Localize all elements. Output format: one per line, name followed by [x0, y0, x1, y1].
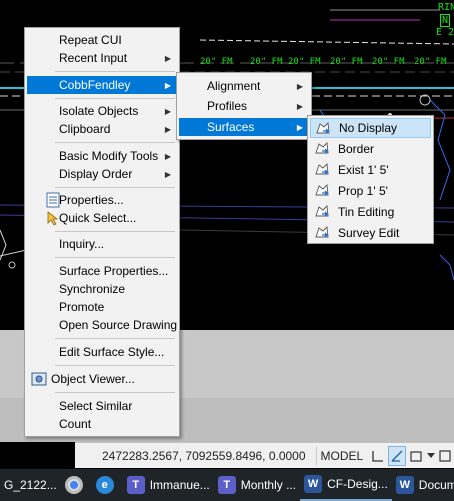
menu-item-basic-modify-tools[interactable]: Basic Modify Tools ▶ — [27, 147, 177, 165]
menu-item-object-viewer[interactable]: Object Viewer... — [27, 370, 177, 388]
menu-item-prop[interactable]: Prop 1' 5' — [310, 181, 431, 201]
menu-item-clipboard[interactable]: Clipboard ▶ — [27, 120, 177, 138]
surfaces-submenu: No Display Border Exist 1' 5' Prop 1' 5'… — [307, 115, 434, 244]
chevron-right-icon: ▶ — [164, 124, 171, 134]
taskbar: G_2122... e T Immanue... T Monthly ... W… — [0, 469, 454, 501]
taskbar-item-edge[interactable]: e — [92, 469, 123, 501]
taskbar-item-chrome[interactable] — [61, 469, 92, 501]
menu-item-promote[interactable]: Promote — [27, 298, 177, 316]
menu-item-tin-editing[interactable]: Tin Editing — [310, 202, 431, 222]
taskbar-item-autocad[interactable]: G_2122... — [0, 469, 61, 501]
cad-label-fm: 20" FM — [372, 57, 405, 67]
menu-item-display-order[interactable]: Display Order ▶ — [27, 165, 177, 183]
word-icon: W — [304, 475, 323, 493]
taskbar-label: Monthly ... — [240, 478, 297, 492]
chevron-right-icon: ▶ — [164, 106, 171, 116]
menu-item-exist[interactable]: Exist 1' 5' — [310, 160, 431, 180]
cad-corner-text: E 2 — [436, 27, 454, 38]
taskbar-label: CF-Desig... — [327, 477, 388, 491]
cobbfendley-submenu: Alignment ▶ Profiles ▶ Surfaces ▶ — [176, 72, 312, 140]
cad-corner-text: N — [440, 14, 451, 27]
chrome-icon — [64, 476, 83, 494]
menu-item-surfaces[interactable]: Surfaces ▶ — [179, 118, 309, 136]
menu-item-border[interactable]: Border — [310, 139, 431, 159]
object-viewer-icon — [31, 372, 47, 386]
surface-style-icon — [315, 163, 329, 175]
menu-item-alignment[interactable]: Alignment ▶ — [179, 77, 309, 95]
edge-icon: e — [95, 476, 114, 494]
menu-separator — [55, 98, 175, 99]
menu-item-synchronize[interactable]: Synchronize — [27, 280, 177, 298]
teams-icon: T — [126, 476, 145, 494]
snap-icon[interactable] — [388, 445, 406, 466]
chevron-right-icon: ▶ — [164, 151, 171, 161]
menu-separator — [55, 338, 175, 339]
taskbar-item-word-2[interactable]: W Docume... — [392, 469, 454, 501]
taskbar-item-teams-2[interactable]: T Monthly ... — [214, 469, 300, 501]
surface-style-icon — [315, 205, 329, 217]
menu-separator — [55, 365, 175, 366]
menu-item-cobbfendley[interactable]: CobbFendley ▶ — [27, 76, 177, 94]
menu-separator — [55, 392, 175, 393]
chevron-right-icon: ▶ — [164, 169, 171, 179]
menu-item-repeat-cui[interactable]: Repeat CUI — [27, 31, 177, 49]
menu-item-surface-properties[interactable]: Surface Properties... — [27, 262, 177, 280]
surface-style-icon — [315, 142, 329, 154]
menu-item-recent-input[interactable]: Recent Input ▶ — [27, 49, 177, 67]
chevron-right-icon: ▶ — [296, 101, 303, 111]
teams-icon: T — [217, 476, 236, 494]
word-icon: W — [395, 476, 414, 494]
menu-item-quick-select[interactable]: Quick Select... — [27, 209, 177, 227]
taskbar-item-word-1[interactable]: W CF-Desig... — [300, 469, 392, 501]
chevron-right-icon: ▶ — [164, 53, 171, 63]
cad-label-fm: 20" FM — [250, 57, 283, 67]
menu-separator — [55, 187, 175, 188]
statusbar-extra-icon[interactable] — [437, 446, 454, 466]
chevron-right-icon: ▶ — [296, 81, 303, 91]
menu-item-no-display[interactable]: No Display — [310, 118, 431, 138]
taskbar-label: Immanue... — [149, 478, 210, 492]
menu-item-inquiry[interactable]: Inquiry... — [27, 235, 177, 253]
menu-separator — [55, 142, 175, 143]
cad-label-fm: 20" FM — [200, 57, 233, 67]
context-menu: Repeat CUI Recent Input ▶ CobbFendley ▶ … — [24, 27, 180, 437]
taskbar-item-teams-1[interactable]: T Immanue... — [123, 469, 214, 501]
coordinates-readout: 2472283.2567, 7092559.8496, 0.0000 — [102, 448, 306, 463]
menu-item-isolate-objects[interactable]: Isolate Objects ▶ — [27, 102, 177, 120]
menu-item-survey-edit[interactable]: Survey Edit — [310, 223, 431, 243]
menu-separator — [55, 71, 175, 72]
surface-style-icon — [315, 184, 329, 196]
menu-separator — [55, 231, 175, 232]
chevron-right-icon: ▶ — [296, 122, 303, 132]
menu-item-open-source-drawing[interactable]: Open Source Drawing — [27, 316, 177, 334]
ortho-icon[interactable] — [408, 446, 425, 466]
model-space-button[interactable]: MODEL — [315, 446, 368, 465]
menu-item-properties[interactable]: Properties... — [27, 191, 177, 209]
cad-label-fm: 20" FM — [330, 57, 363, 67]
surface-style-icon — [316, 122, 330, 134]
taskbar-label: G_2122... — [4, 478, 57, 492]
grid-icon[interactable] — [369, 446, 386, 466]
cad-label-fm: 20" FM — [288, 57, 321, 67]
taskbar-label: Docume... — [418, 478, 454, 492]
menu-separator — [55, 257, 175, 258]
menu-item-profiles[interactable]: Profiles ▶ — [179, 97, 309, 115]
menu-item-count[interactable]: Count — [27, 415, 177, 433]
menu-item-edit-surface-style[interactable]: Edit Surface Style... — [27, 343, 177, 361]
chevron-right-icon: ▶ — [164, 80, 171, 90]
cad-label-fm: 20" FM — [414, 57, 447, 67]
chevron-down-icon[interactable] — [426, 446, 435, 466]
status-bar: 2472283.2567, 7092559.8496, 0.0000 MODEL — [75, 442, 454, 468]
cad-corner-text: RIN — [438, 2, 454, 13]
surface-style-icon — [315, 226, 329, 238]
menu-item-select-similar[interactable]: Select Similar — [27, 397, 177, 415]
